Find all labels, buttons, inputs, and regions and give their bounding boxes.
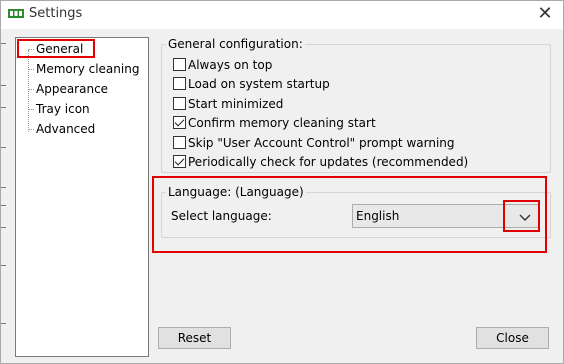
checkbox[interactable] bbox=[173, 77, 186, 90]
highlight-box-general bbox=[17, 39, 95, 58]
nav-item-label: Appearance bbox=[36, 82, 109, 96]
general-config-title: General configuration: bbox=[166, 37, 305, 51]
highlight-box-dropdown-arrow bbox=[503, 200, 540, 232]
checkbox-label: Skip "User Account Control" prompt warni… bbox=[188, 136, 455, 150]
title-bar: Settings ✕ bbox=[1, 1, 563, 29]
nav-item-label: Advanced bbox=[36, 122, 96, 136]
checkbox-label: Load on system startup bbox=[188, 77, 330, 91]
checkbox[interactable] bbox=[173, 97, 186, 110]
background-window-edge bbox=[1, 29, 7, 363]
memory-chip-icon bbox=[8, 8, 24, 19]
nav-item-label: Tray icon bbox=[36, 102, 90, 116]
nav-item-label: Memory cleaning bbox=[36, 62, 140, 76]
checkbox[interactable] bbox=[173, 58, 186, 71]
settings-window: Settings ✕ General Memory cleaning Appea… bbox=[0, 0, 564, 364]
close-icon[interactable]: ✕ bbox=[535, 5, 555, 23]
close-button[interactable]: Close bbox=[476, 327, 549, 349]
highlight-box-language bbox=[152, 176, 547, 253]
reset-button[interactable]: Reset bbox=[158, 327, 231, 349]
tree-connector bbox=[28, 50, 29, 132]
checkbox[interactable] bbox=[173, 136, 186, 149]
settings-nav-tree: General Memory cleaning Appearance Tray … bbox=[15, 37, 149, 357]
checkbox-label: Confirm memory cleaning start bbox=[188, 116, 376, 130]
checkbox-label: Periodically check for updates (recommen… bbox=[188, 155, 469, 169]
checkbox[interactable] bbox=[173, 116, 186, 129]
checkbox-label: Always on top bbox=[188, 58, 273, 72]
window-title: Settings bbox=[29, 6, 83, 21]
checkbox-label: Start minimized bbox=[188, 97, 284, 111]
checkbox[interactable] bbox=[173, 155, 186, 168]
